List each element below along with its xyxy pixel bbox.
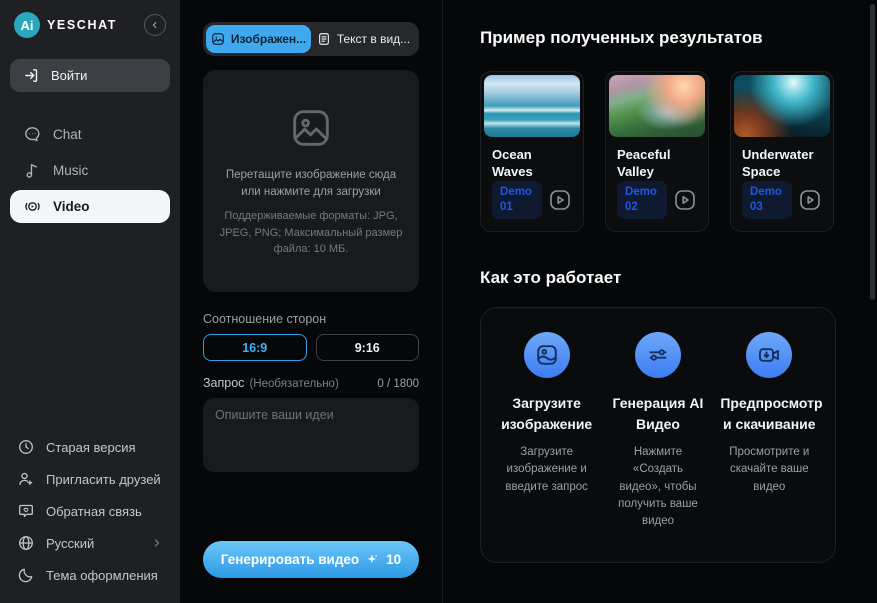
generate-label: Генерировать видео xyxy=(220,552,360,567)
example-card-ocean-waves[interactable]: Ocean Waves Demo 01 xyxy=(480,71,584,232)
feedback-heart-icon xyxy=(17,502,35,520)
yeschat-app: Ai YESCHAT Войти Chat Music Video Старая… xyxy=(0,0,877,603)
login-button[interactable]: Войти xyxy=(10,59,170,92)
aspect-ratio-label: Соотношение сторон xyxy=(203,312,327,326)
sidebar-item-label: Chat xyxy=(53,127,82,142)
examples-title: Пример полученных результатов xyxy=(480,28,763,47)
invite-user-icon xyxy=(17,470,35,488)
image-icon xyxy=(211,32,225,46)
card-footer: Demo 02 xyxy=(609,181,705,228)
step-title: Предпросмотр и скачивание xyxy=(720,395,823,432)
footer-item-label: Пригласить друзей xyxy=(46,471,161,487)
card-title: Ocean Waves xyxy=(492,147,533,180)
card-title: Underwater Space xyxy=(742,147,814,180)
step-preview-download: Предпросмотр и скачивание Просмотрите и … xyxy=(714,332,825,542)
video-generator-panel: Изображен... Текст в вид... Перетащите и… xyxy=(180,0,443,603)
prompt-header: Запрос (Необязательно) 0 / 1800 xyxy=(203,376,419,390)
step-title: Генерация AI Видео xyxy=(612,395,704,432)
image-upload-dropzone[interactable]: Перетащите изображение сюда или нажмите … xyxy=(203,70,419,292)
sidebar-item-chat[interactable]: Chat xyxy=(10,118,170,151)
step-description: Просмотрите и скачайте ваше видео xyxy=(729,446,810,493)
sidebar-item-video[interactable]: Video xyxy=(10,190,170,223)
underwater-video-thumbnail xyxy=(734,75,830,138)
sidebar-item-invite-friends[interactable]: Пригласить друзей xyxy=(10,465,170,493)
footer-item-label: Старая версия xyxy=(46,439,136,455)
image-upload-icon xyxy=(523,332,570,378)
ocean-video-thumbnail xyxy=(484,75,580,138)
sidebar-item-label: Music xyxy=(53,163,89,178)
step-description: Нажмите «Создать видео», чтобы получить … xyxy=(618,446,698,527)
sidebar-item-old-version[interactable]: Старая версия xyxy=(10,433,170,461)
tab-text-to-video[interactable]: Текст в вид... xyxy=(311,25,416,53)
prompt-optional-label: (Необязательно) xyxy=(249,378,339,390)
image-placeholder-icon xyxy=(288,105,334,151)
main-content: Пример полученных результатов Ocean Wave… xyxy=(443,0,877,603)
aspect-16-9-button[interactable]: 16:9 xyxy=(203,334,307,361)
collapse-sidebar-button[interactable] xyxy=(144,14,166,36)
example-card-underwater-space[interactable]: Underwater Space Demo 03 xyxy=(730,71,834,232)
valley-video-thumbnail xyxy=(609,75,705,138)
chevron-left-icon xyxy=(150,20,160,30)
brand: Ai YESCHAT xyxy=(10,12,170,38)
card-footer: Demo 03 xyxy=(734,181,830,228)
sparkle-icon xyxy=(365,552,380,567)
step-description: Загрузите изображение и введите запрос xyxy=(505,446,588,493)
how-it-works-title: Как это работает xyxy=(480,268,622,287)
step-title: Загрузите изображение xyxy=(501,395,593,432)
step-upload-image: Загрузите изображение Загрузите изображе… xyxy=(491,332,602,542)
text-doc-icon xyxy=(317,32,331,46)
how-it-works-panel: Загрузите изображение Загрузите изображе… xyxy=(480,307,836,563)
sidebar-item-music[interactable]: Music xyxy=(10,154,170,187)
prompt-label: Запрос xyxy=(203,376,245,390)
chevron-right-icon xyxy=(151,537,163,549)
video-broadcast-icon xyxy=(23,197,42,216)
sidebar-item-language[interactable]: Русский xyxy=(10,529,170,557)
card-title: Peaceful Valley xyxy=(617,147,671,180)
chat-bubble-icon xyxy=(23,125,42,144)
login-icon xyxy=(23,67,40,84)
sidebar-item-theme[interactable]: Тема оформления xyxy=(10,561,170,589)
sidebar-item-feedback[interactable]: Обратная связь xyxy=(10,497,170,525)
step-generate-video: Генерация AI Видео Нажмите «Создать виде… xyxy=(602,332,713,542)
music-note-icon xyxy=(23,161,42,180)
play-video-icon[interactable] xyxy=(673,188,697,212)
demo-badge: Demo 03 xyxy=(742,181,792,219)
generator-tabs: Изображен... Текст в вид... xyxy=(203,22,419,56)
card-footer: Demo 01 xyxy=(484,181,580,228)
example-card-peaceful-valley[interactable]: Peaceful Valley Demo 02 xyxy=(605,71,709,232)
demo-badge: Demo 02 xyxy=(617,181,667,219)
tab-image-to-video[interactable]: Изображен... xyxy=(206,25,311,53)
moon-icon xyxy=(17,566,35,584)
footer-item-label: Обратная связь xyxy=(46,503,142,519)
scrollbar-thumb[interactable] xyxy=(870,4,875,300)
yeschat-logo-icon: Ai xyxy=(14,12,40,38)
sliders-icon xyxy=(634,332,681,378)
clock-icon xyxy=(17,438,35,456)
play-video-icon[interactable] xyxy=(548,188,572,212)
demo-badge: Demo 01 xyxy=(492,181,542,219)
upload-instructions: Перетащите изображение сюда или нажмите … xyxy=(225,168,397,198)
login-label: Войти xyxy=(51,68,88,83)
example-cards: Ocean Waves Demo 01 Peaceful Valley Demo… xyxy=(480,71,857,232)
aspect-9-16-button[interactable]: 9:16 xyxy=(315,334,419,361)
play-video-icon[interactable] xyxy=(798,188,822,212)
prompt-char-counter: 0 / 1800 xyxy=(377,378,419,390)
generate-video-button[interactable]: Генерировать видео 10 xyxy=(203,541,419,578)
video-download-icon xyxy=(746,332,793,378)
footer-item-label: Русский xyxy=(46,535,95,551)
sidebar: Ai YESCHAT Войти Chat Music Video Старая… xyxy=(0,0,180,603)
sidebar-nav: Chat Music Video xyxy=(10,118,170,223)
sidebar-item-label: Video xyxy=(53,199,90,214)
sidebar-footer: Старая версия Пригласить друзей Обратная… xyxy=(10,433,170,589)
globe-icon xyxy=(17,534,35,552)
aspect-ratio-options: 16:9 9:16 xyxy=(203,334,419,361)
footer-item-label: Тема оформления xyxy=(46,567,158,583)
generate-credits: 10 xyxy=(386,552,402,567)
tab-label: Текст в вид... xyxy=(336,32,411,46)
upload-formats: Поддерживаемые форматы: JPG, JPEG, PNG; … xyxy=(219,210,403,255)
tab-label: Изображен... xyxy=(230,32,307,46)
brand-name: YESCHAT xyxy=(47,18,118,32)
prompt-input[interactable] xyxy=(203,398,419,472)
